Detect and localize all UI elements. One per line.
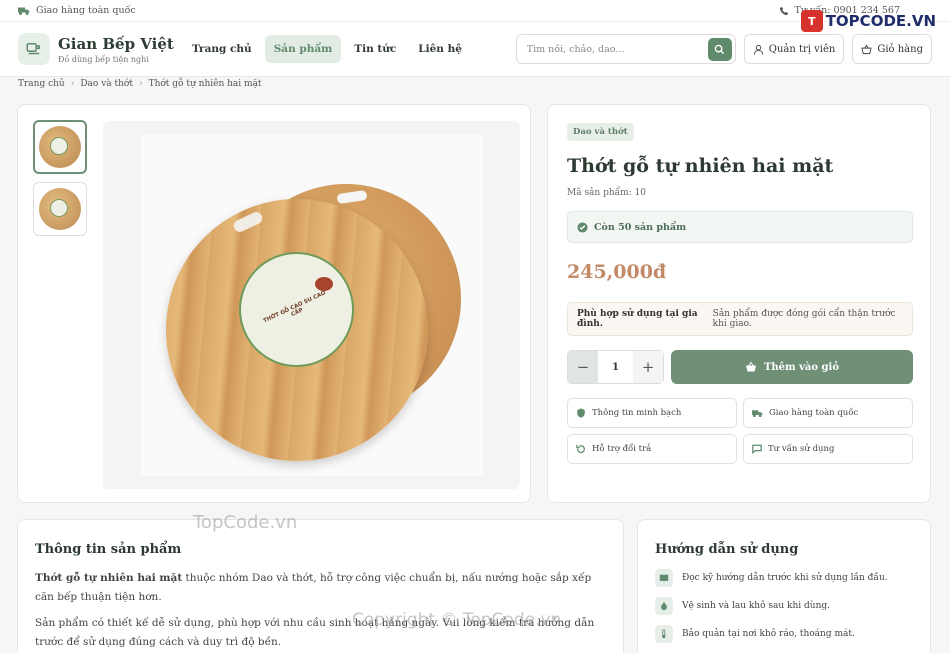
breadcrumb: Trang chủ › Dao và thớt › Thớt gỗ tự nhi… [0, 77, 950, 91]
thermometer-icon [655, 625, 673, 643]
product-price: 245,000đ [567, 261, 667, 283]
product-photo: THỚT GỖ CAO SU CAO CẤP [140, 134, 483, 476]
brand-watermark-text: TOPCODE.VN [825, 12, 936, 30]
usage-note: Phù hợp sử dụng tại gia đình. Sản phẩm đ… [567, 302, 913, 336]
droplet-icon [655, 597, 673, 615]
chat-icon [752, 444, 762, 454]
basket-icon [745, 361, 756, 372]
product-gallery: THỚT GỖ CAO SU CAO CẤP [17, 104, 531, 503]
feature-return: Hỗ trợ đổi trả [567, 434, 737, 464]
guide-item-text: Vệ sinh và lau khô sau khi dùng. [682, 601, 830, 611]
product-image-label: THỚT GỖ CAO SU CAO CẤP [262, 289, 327, 324]
feature-label: Giao hàng toàn quốc [769, 408, 859, 418]
usage-note-bold: Phù hợp sử dụng tại gia đình. [577, 309, 698, 329]
site-name: Gian Bếp Việt [58, 34, 174, 53]
main-image-frame: THỚT GỖ CAO SU CAO CẤP [103, 121, 520, 489]
chevron-right-icon: › [70, 79, 75, 89]
description-product-name: Thớt gỗ tự nhiên hai mặt [35, 572, 183, 584]
cart-label: Giỏ hàng [877, 43, 923, 55]
product-sku: Mã sản phẩm: 10 [567, 188, 647, 198]
thumbnail-2[interactable] [33, 182, 87, 236]
main-nav: Trang chủ Sản phẩm Tin tức Liên hệ [183, 35, 471, 63]
kitchen-logo-icon [18, 33, 50, 65]
site-tagline: Đồ dùng bếp tiện nghi [58, 54, 149, 64]
watermark-bottom: Copyright © TopCode.vn [352, 610, 562, 630]
cart-button[interactable]: Giỏ hàng [852, 34, 932, 64]
description-paragraph-1: Thớt gỗ tự nhiên hai mặt thuộc nhóm Dao … [35, 569, 605, 607]
truck-icon [752, 409, 763, 417]
guide-item: Đọc kỹ hướng dẫn trước khi sử dụng lần đ… [655, 569, 888, 587]
breadcrumb-category[interactable]: Dao và thớt [80, 79, 133, 89]
search-button[interactable] [707, 37, 732, 61]
product-description: Thông tin sản phẩm Thớt gỗ tự nhiên hai … [17, 519, 624, 653]
product-title: Thớt gỗ tự nhiên hai mặt [567, 155, 834, 177]
feature-transparency: Thông tin minh bạch [567, 398, 737, 428]
basket-icon [861, 44, 873, 54]
book-icon [655, 569, 673, 587]
shield-icon [577, 408, 585, 418]
qty-increase-button[interactable]: + [633, 351, 663, 383]
search-input[interactable] [526, 43, 708, 55]
admin-button[interactable]: Quản trị viên [743, 34, 845, 64]
guide-item-text: Đọc kỹ hướng dẫn trước khi sử dụng lần đ… [682, 573, 888, 583]
rotate-icon [576, 444, 585, 453]
feature-label: Tư vấn sử dụng [768, 444, 835, 454]
feature-label: Hỗ trợ đổi trả [592, 444, 652, 454]
add-to-cart-button[interactable]: Thêm vào giỏ [671, 350, 913, 384]
product-info: Dao và thớt Thớt gỗ tự nhiên hai mặt Mã … [547, 104, 931, 503]
guide-item: Vệ sinh và lau khô sau khi dùng. [655, 597, 830, 615]
add-to-cart-label: Thêm vào giỏ [763, 361, 840, 373]
brand-mark-icon: T [800, 10, 823, 32]
admin-label: Quản trị viên [768, 43, 836, 55]
stock-status: Còn 50 sản phẩm [567, 211, 913, 243]
breadcrumb-current: Thớt gỗ tự nhiên hai mặt [148, 79, 262, 89]
shipping-info: Giao hàng toàn quốc [18, 5, 136, 16]
feature-label: Thông tin minh bạch [592, 408, 682, 418]
qty-decrease-button[interactable]: − [568, 351, 598, 383]
feature-consult: Tư vấn sử dụng [743, 434, 913, 464]
phone-icon [779, 6, 788, 15]
check-circle-icon [577, 221, 588, 233]
category-badge[interactable]: Dao và thớt [567, 123, 634, 141]
truck-icon [18, 7, 30, 15]
site-logo[interactable]: Gian Bếp Việt Đồ dùng bếp tiện nghi [18, 33, 183, 65]
thumbnail-1[interactable] [33, 120, 87, 174]
guide-item: Bảo quản tại nơi khô ráo, thoáng mát. [655, 625, 855, 643]
search-icon [714, 44, 725, 54]
stock-text: Còn 50 sản phẩm [594, 221, 687, 233]
breadcrumb-home[interactable]: Trang chủ [18, 79, 65, 89]
nav-contact[interactable]: Liên hệ [409, 35, 471, 63]
usage-note-text: Sản phẩm được đóng gói cẩn thận trước kh… [712, 309, 896, 329]
shipping-text: Giao hàng toàn quốc [36, 5, 136, 16]
usage-guide: Hướng dẫn sử dụng Đọc kỹ hướng dẫn trước… [637, 519, 931, 653]
watermark-mid: TopCode.vn [193, 512, 298, 533]
guide-title: Hướng dẫn sử dụng [655, 542, 799, 557]
nav-products[interactable]: Sản phẩm [264, 35, 342, 63]
brand-watermark-logo: T TOPCODE.VN [800, 10, 936, 32]
nav-home[interactable]: Trang chủ [183, 35, 261, 63]
feature-shipping: Giao hàng toàn quốc [743, 398, 913, 428]
quantity-stepper: − 1 + [567, 350, 664, 384]
chevron-right-icon: › [138, 79, 143, 89]
user-icon [753, 44, 763, 55]
description-title: Thông tin sản phẩm [35, 542, 182, 557]
nav-news[interactable]: Tin tức [345, 35, 405, 63]
guide-item-text: Bảo quản tại nơi khô ráo, thoáng mát. [682, 629, 855, 639]
search-box [515, 34, 736, 64]
qty-input[interactable]: 1 [598, 351, 633, 383]
